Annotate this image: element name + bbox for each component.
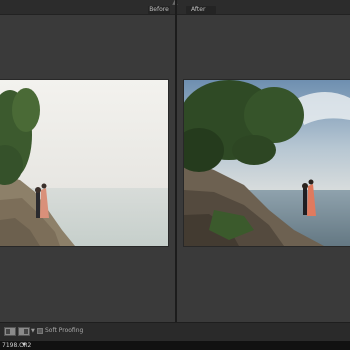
bottom-toolbar: ▼ Soft Proofing: [0, 322, 350, 341]
filename-dropdown-icon[interactable]: ▼: [22, 341, 26, 350]
filename-label: 7198.CR2: [2, 342, 32, 349]
before-label: Before: [148, 6, 170, 14]
soft-proofing-label: Soft Proofing: [45, 327, 84, 334]
after-photo[interactable]: [184, 80, 350, 246]
before-after-split-icon[interactable]: [18, 327, 30, 336]
soft-proofing-checkbox[interactable]: [37, 328, 43, 334]
before-after-left-right-icon[interactable]: [4, 327, 16, 336]
compare-divider: [175, 0, 177, 322]
view-mode-dropdown-icon[interactable]: ▼: [31, 328, 35, 334]
before-photo[interactable]: [0, 80, 168, 246]
after-label: After: [186, 6, 216, 14]
filmstrip-status: 7198.CR2 ▼: [0, 341, 350, 350]
